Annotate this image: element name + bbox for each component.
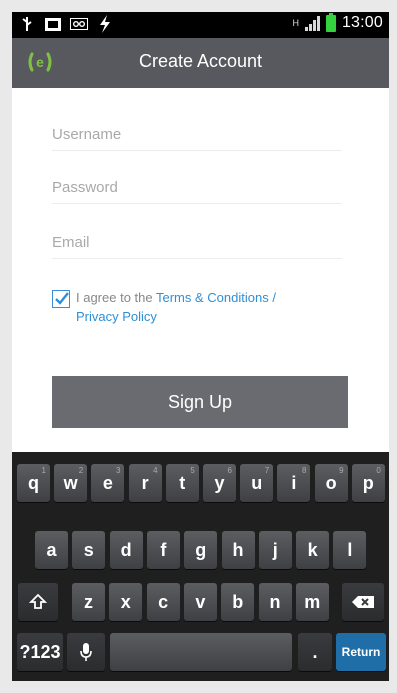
shift-icon [29, 593, 47, 609]
key-c[interactable]: c [146, 583, 180, 621]
key-t[interactable]: 5t [165, 464, 199, 502]
status-bar: H 13:00 [12, 12, 389, 38]
key-hint: 3 [115, 466, 121, 475]
soft-keyboard: 1q2w3e4r5t6y7u8i9o0p asdfghjkl zxcvbnm ?… [12, 452, 389, 681]
key-g[interactable]: g [184, 531, 218, 569]
backspace-icon [352, 596, 374, 608]
key-label: q [28, 472, 39, 493]
email-field[interactable] [52, 228, 342, 256]
key-q[interactable]: 1q [17, 464, 50, 502]
key-x[interactable]: x [109, 583, 143, 621]
password-field[interactable] [52, 173, 342, 201]
symbols-key[interactable]: ?123 [17, 633, 63, 671]
key-hint: 6 [227, 466, 232, 475]
key-w[interactable]: 2w [54, 464, 88, 502]
key-hint: 9 [339, 466, 344, 475]
key-v[interactable]: v [183, 583, 217, 621]
key-o[interactable]: 9o [314, 464, 348, 502]
key-m[interactable]: m [295, 583, 329, 621]
system-icons: H 13:00 [292, 12, 383, 32]
agree-label: I agree to the [76, 290, 156, 305]
key-hint: 1 [41, 466, 46, 475]
voicemail-icon [70, 15, 88, 33]
key-label: w [63, 472, 78, 493]
username-field-container [52, 120, 342, 151]
key-j[interactable]: j [258, 531, 292, 569]
email-field-container [52, 228, 342, 259]
key-s[interactable]: s [72, 531, 106, 569]
key-label: p [362, 472, 374, 493]
key-label: o [325, 472, 337, 493]
network-type: H [292, 18, 299, 28]
signal-icon [304, 15, 320, 31]
key-hint: 4 [153, 466, 158, 475]
key-d[interactable]: d [109, 531, 143, 569]
key-hint: 7 [264, 466, 270, 475]
username-field[interactable] [52, 120, 342, 148]
notification-icons [18, 15, 114, 33]
key-hint: 8 [301, 466, 307, 475]
key-y[interactable]: 6y [203, 464, 236, 502]
shift-key[interactable] [18, 583, 58, 621]
key-h[interactable]: h [221, 531, 255, 569]
lightning-icon [96, 15, 114, 33]
battery-icon [325, 12, 336, 32]
key-f[interactable]: f [146, 531, 180, 569]
checkmark-icon [55, 292, 69, 305]
signup-button[interactable]: Sign Up [52, 376, 348, 428]
key-hint: 5 [190, 466, 195, 475]
key-label: r [141, 472, 149, 493]
photo-notification-icon [44, 15, 62, 33]
return-key[interactable]: Return [336, 633, 386, 671]
space-key[interactable] [110, 633, 292, 671]
password-field-container [52, 173, 342, 204]
key-n[interactable]: n [258, 583, 292, 621]
key-a[interactable]: a [35, 531, 68, 569]
key-label: y [214, 472, 225, 493]
privacy-link[interactable]: Privacy Policy [76, 309, 157, 324]
key-z[interactable]: z [72, 583, 105, 621]
key-u[interactable]: 7u [240, 464, 274, 502]
key-label: t [179, 472, 186, 493]
usb-icon [18, 15, 36, 33]
key-label: i [291, 472, 297, 493]
voice-input-key[interactable] [67, 633, 105, 671]
key-i[interactable]: 8i [277, 464, 311, 502]
create-account-form: I agree to the Terms & Conditions / Priv… [12, 88, 389, 452]
key-hint: 0 [376, 466, 381, 475]
agree-checkbox[interactable] [52, 290, 70, 308]
key-hint: 2 [78, 466, 84, 475]
terms-link[interactable]: Terms & Conditions / [156, 290, 276, 305]
agree-text: I agree to the Terms & Conditions / Priv… [76, 288, 346, 326]
period-key[interactable]: . [298, 633, 332, 671]
key-l[interactable]: l [333, 531, 367, 569]
key-p[interactable]: 0p [351, 464, 385, 502]
key-b[interactable]: b [221, 583, 255, 621]
phone-screen: H 13:00 e Create Account Username Email … [12, 12, 389, 681]
key-r[interactable]: 4r [128, 464, 162, 502]
action-bar: e Create Account [12, 38, 389, 88]
key-label: u [251, 472, 263, 493]
key-e[interactable]: 3e [91, 464, 125, 502]
clock: 13:00 [341, 14, 383, 31]
key-label: e [102, 472, 113, 493]
page-title: Create Account [138, 51, 263, 71]
backspace-key[interactable] [342, 583, 384, 621]
microphone-icon [80, 643, 92, 661]
key-k[interactable]: k [296, 531, 330, 569]
